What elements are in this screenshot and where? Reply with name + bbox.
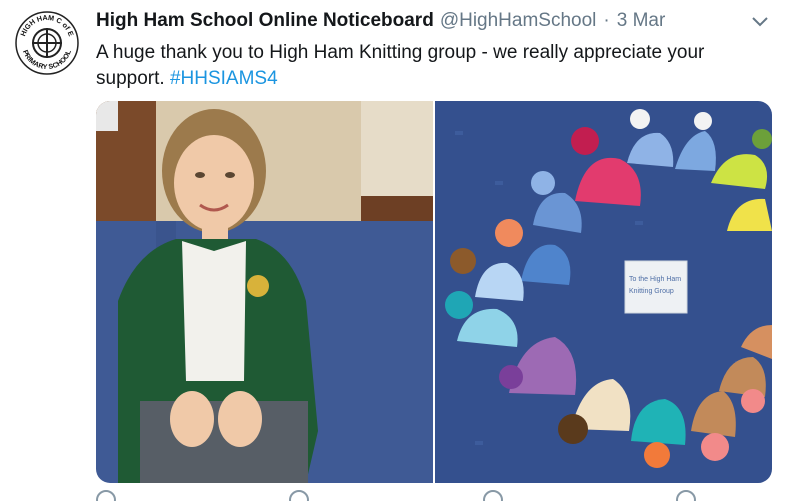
avatar[interactable]: HIGH HAM C of E PRIMARY SCHOOL bbox=[14, 10, 80, 76]
user-handle[interactable]: @HighHamSchool bbox=[440, 10, 597, 32]
display-name[interactable]: High Ham School Online Noticeboard bbox=[96, 10, 434, 32]
note-line-1: To the High Ham bbox=[629, 276, 681, 283]
tweet-text: A huge thank you to High Ham Knitting gr… bbox=[96, 40, 776, 92]
retweet-icon[interactable] bbox=[289, 490, 310, 501]
photo-knitted-hats-image: To the High Ham Knitting Group bbox=[435, 101, 772, 483]
photo-knitted-hats[interactable]: To the High Ham Knitting Group bbox=[435, 101, 772, 483]
separator-dot: · bbox=[603, 10, 610, 31]
tweet-header: High Ham School Online Noticeboard @High… bbox=[96, 10, 665, 36]
timestamp[interactable]: 3 Mar bbox=[617, 10, 666, 32]
photo-girl-image bbox=[96, 101, 433, 483]
tweet-actions bbox=[96, 490, 696, 501]
photo-girl[interactable] bbox=[96, 101, 433, 483]
share-icon[interactable] bbox=[675, 490, 696, 501]
chevron-down-icon bbox=[752, 17, 768, 27]
like-icon[interactable] bbox=[482, 490, 503, 501]
reply-icon[interactable] bbox=[96, 490, 116, 501]
school-badge-logo: HIGH HAM C of E PRIMARY SCHOOL bbox=[15, 11, 79, 75]
more-options-button[interactable] bbox=[748, 12, 772, 32]
tweet-media: To the High Ham Knitting Group bbox=[96, 101, 772, 483]
hashtag-link[interactable]: #HHSIAMS4 bbox=[170, 68, 278, 89]
thank-you-note: To the High Ham Knitting Group bbox=[624, 260, 688, 314]
note-line-2: Knitting Group bbox=[629, 288, 674, 295]
